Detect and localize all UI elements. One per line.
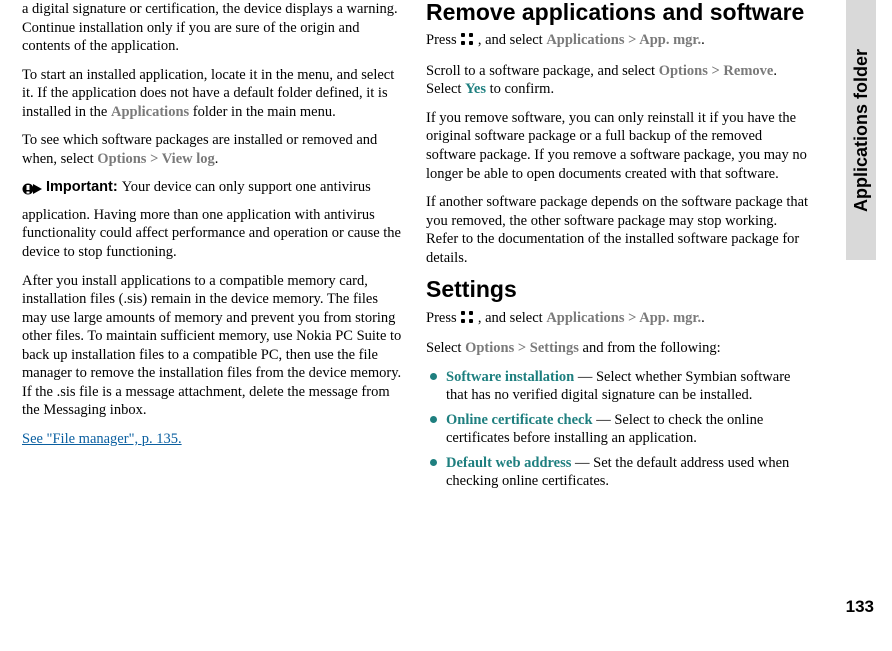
link-text: See "File manager", p. 135. [22, 431, 182, 447]
text: to confirm. [486, 81, 554, 97]
text: and from the following: [579, 340, 721, 356]
settings-label: Settings [530, 340, 579, 356]
options-label: Options [465, 340, 514, 356]
menu-key-icon [460, 32, 474, 52]
applications-label: Applications [111, 104, 189, 120]
remove-apps-heading: Remove applications and software [426, 0, 810, 25]
side-tab-label: Applications folder [851, 48, 872, 211]
text: Press [426, 310, 460, 326]
text: Select [426, 340, 465, 356]
app-mgr-label: App. mgr. [639, 310, 701, 326]
text: Scroll to a software package, and select [426, 63, 659, 79]
text: , and select [474, 32, 546, 48]
separator: > [514, 340, 530, 356]
paragraph: Press , and select Applications > App. m… [426, 31, 810, 52]
separator: > [146, 151, 161, 167]
see-file-manager-link[interactable]: See "File manager", p. 135. [22, 430, 406, 449]
text: folder in the main menu. [189, 104, 336, 120]
settings-list: Software installation — Select whether S… [426, 368, 810, 491]
list-item: Software installation — Select whether S… [426, 368, 810, 405]
right-column: Remove applications and software Press ,… [416, 0, 820, 651]
separator: > [708, 63, 724, 79]
paragraph: Press , and select Applications > App. m… [426, 309, 810, 330]
paragraph: Select Options > Settings and from the f… [426, 339, 810, 358]
side-tab: Applications folder [846, 0, 876, 260]
app-mgr-label: App. mgr. [639, 32, 701, 48]
yes-label: Yes [465, 81, 486, 97]
separator: > [625, 310, 640, 326]
important-label: Important: [46, 179, 122, 195]
list-item: Default web address — Set the default ad… [426, 454, 810, 491]
text: , and select [474, 310, 546, 326]
list-item: Online certificate check — Select to che… [426, 411, 810, 448]
software-installation-label: Software installation [446, 369, 574, 385]
options-label: Options [659, 63, 708, 79]
settings-heading: Settings [426, 277, 810, 302]
online-cert-check-label: Online certificate check [446, 412, 593, 428]
text: . [701, 32, 705, 48]
text: . [215, 151, 219, 167]
important-note: Important: Your device can only support … [22, 178, 406, 261]
paragraph: a digital signature or certification, th… [22, 0, 406, 56]
paragraph: If another software package depends on t… [426, 193, 810, 267]
menu-key-icon [460, 310, 474, 330]
paragraph: Scroll to a software package, and select… [426, 62, 810, 99]
paragraph: If you remove software, you can only rei… [426, 109, 810, 183]
applications-label: Applications [546, 310, 624, 326]
page-number: 133 [846, 597, 874, 617]
text: Press [426, 32, 460, 48]
paragraph: To start an installed application, locat… [22, 66, 406, 122]
separator: > [625, 32, 640, 48]
remove-label: Remove [723, 63, 773, 79]
paragraph: To see which software packages are insta… [22, 131, 406, 168]
applications-label: Applications [546, 32, 624, 48]
left-column: a digital signature or certification, th… [12, 0, 416, 651]
view-log-label: View log [162, 151, 215, 167]
default-web-address-label: Default web address [446, 455, 571, 471]
text: . [701, 310, 705, 326]
options-label: Options [97, 151, 146, 167]
important-icon [22, 178, 44, 206]
paragraph: After you install applications to a comp… [22, 272, 406, 420]
